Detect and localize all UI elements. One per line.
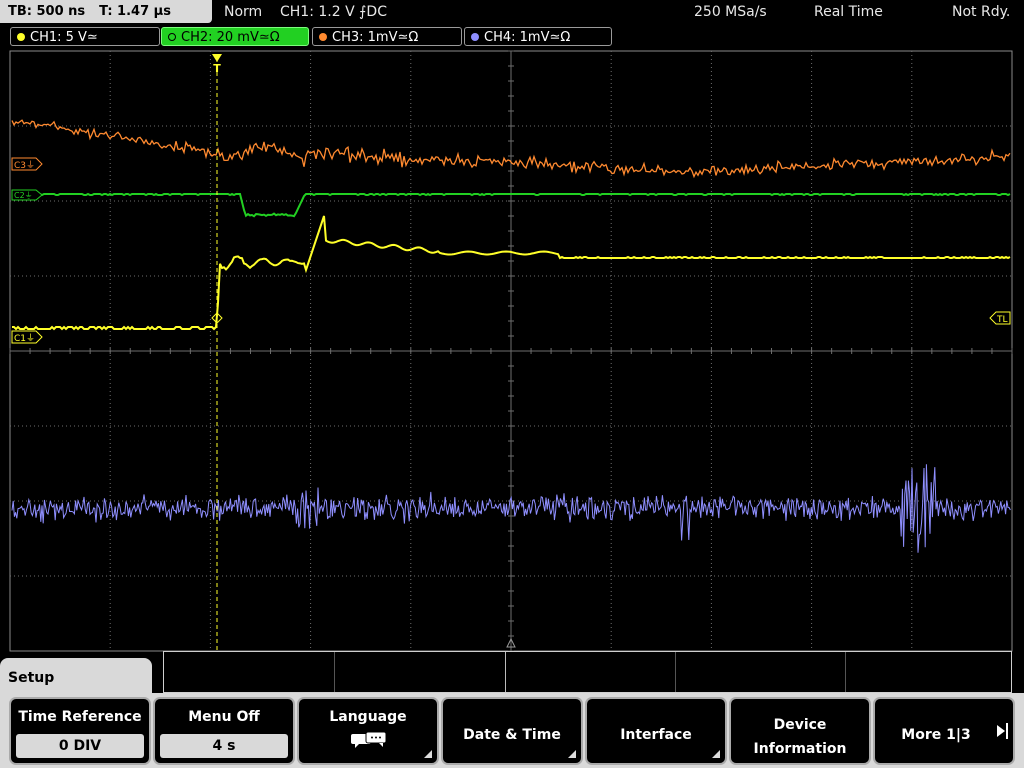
next-page-bar-icon <box>1006 723 1008 739</box>
trigger-settings[interactable]: CH1: 1.2 V ⨍DC <box>280 0 387 24</box>
channel-tab-label: CH3: 1mV≃Ω <box>332 30 419 45</box>
acquisition-mode: Real Time <box>814 4 883 20</box>
softkey-bar: Time Reference 0 DIV Menu Off 4 s Langua… <box>0 693 1024 768</box>
softkey-label: Interface <box>620 727 692 743</box>
c2-marker-label: C2⏚ <box>14 191 33 200</box>
softkey-label: Language <box>329 709 407 725</box>
channel-tab-ch1[interactable]: CH1: 5 V≃ <box>10 27 160 46</box>
speech-bubbles-icon <box>351 731 387 748</box>
timebase-box[interactable]: TB: 500 ns T: 1.47 µs <box>0 0 212 23</box>
submenu-indicator-icon <box>424 750 432 758</box>
ch1-color-icon <box>17 33 25 41</box>
device-information-button[interactable]: Device Information <box>729 697 871 765</box>
submenu-indicator-icon <box>712 750 720 758</box>
channel-tab-label: CH2: 20 mV≃Ω <box>181 30 280 45</box>
date-time-button[interactable]: Date & Time <box>441 697 583 765</box>
info-strip <box>163 651 1012 693</box>
language-button[interactable]: Language <box>297 697 439 765</box>
softkey-label: Time Reference <box>18 709 142 725</box>
softkey-label: Menu Off <box>188 709 260 725</box>
ch2-color-icon <box>168 33 176 41</box>
channel-tab-label: CH4: 1mV≃Ω <box>484 30 571 45</box>
menu-tab-setup[interactable]: Setup <box>0 658 152 698</box>
c3-ground-marker[interactable]: C3⏚ <box>11 157 43 171</box>
softkey-label: More 1|3 <box>901 727 971 743</box>
menu-off-button[interactable]: Menu Off 4 s <box>153 697 295 765</box>
channel-tab-ch4[interactable]: CH4: 1mV≃Ω <box>464 27 612 46</box>
status-bar: TB: 500 ns T: 1.47 µs Norm CH1: 1.2 V ⨍DC… <box>0 0 1024 24</box>
channel-tab-ch2[interactable]: CH2: 20 mV≃Ω <box>161 27 309 46</box>
c2-ground-marker[interactable]: C2⏚ <box>11 189 43 201</box>
softkey-label-line1: Device <box>773 717 827 733</box>
menu-off-value: 4 s <box>160 734 288 758</box>
channel-tab-label: CH1: 5 V≃ <box>30 30 98 45</box>
submenu-indicator-icon <box>568 750 576 758</box>
next-page-arrow-icon <box>997 725 1005 737</box>
trigger-flag: T <box>213 62 221 75</box>
c1-ground-marker[interactable]: C1⏚ <box>11 330 43 344</box>
timebase-value: TB: 500 ns <box>8 4 86 19</box>
time-reference-button[interactable]: Time Reference 0 DIV <box>9 697 151 765</box>
trigger-level-label: TL <box>996 315 1008 325</box>
softkey-label: Date & Time <box>463 727 561 743</box>
channel-tab-ch3[interactable]: CH3: 1mV≃Ω <box>312 27 462 46</box>
time-reference-value: 0 DIV <box>16 734 144 758</box>
ch3-color-icon <box>319 33 327 41</box>
more-button[interactable]: More 1|3 <box>873 697 1015 765</box>
softkey-label-line2: Information <box>753 741 847 757</box>
acquisition-state: Not Rdy. <box>952 4 1011 20</box>
waveform-display[interactable]: T C3⏚ C2⏚ C1⏚ TL <box>0 48 1024 652</box>
trigger-position-value: T: 1.47 µs <box>99 4 171 19</box>
c1-marker-label: C1⏚ <box>14 333 35 344</box>
interface-button[interactable]: Interface <box>585 697 727 765</box>
trigger-mode[interactable]: Norm <box>224 0 262 24</box>
softkey-label-group: Device Information <box>731 713 869 761</box>
c3-marker-label: C3⏚ <box>14 160 35 171</box>
ch4-color-icon <box>471 33 479 41</box>
sample-rate: 250 MSa/s <box>694 4 767 20</box>
